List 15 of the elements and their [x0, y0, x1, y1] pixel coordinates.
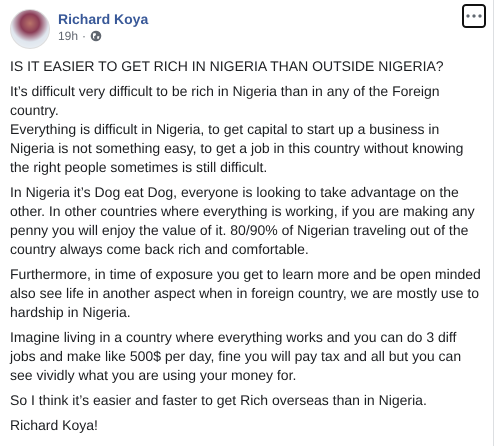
more-options-button[interactable] [462, 4, 486, 28]
post-text: Richard Koya! [10, 416, 99, 435]
post-text: Furthermore, in time of exposure you get to learn more and be open minded also see life in another aspect when in foreign country, we are mostly use to hardship in Nigeria. [10, 265, 482, 322]
post-text: It’s difficult very difficult to be rich in Nigeria than in any of the Foreign country. [10, 82, 441, 120]
globe-icon[interactable] [90, 30, 102, 42]
more-icon [466, 14, 482, 18]
separator: · [82, 28, 86, 44]
post-text: So I think it’s easier and faster to get Rich overseas than in Nigeria. [10, 391, 428, 410]
post-text: In Nigeria it’s Dog eat Dog, everyone is looking to take advantage on the other. In other countries where everything is working, if you are making any penny you will enjoy the value of it. 80/90% of Nigerian traveling out of the country always come back rich and comfortable. [10, 183, 476, 259]
post-text: Imagine living in a country where everything works and you can do 3 diff jobs and make like 500$ per day, fine you will pay tax and all but you can see vividly what you are using your money for. [10, 328, 462, 385]
avatar-photo[interactable] [10, 9, 50, 49]
post-time[interactable]: 19h [58, 28, 78, 44]
author-name[interactable]: Richard Koya [58, 10, 454, 28]
post-text: IS IT EASIER TO GET RICH IN NIGERIA THAN OUTSIDE NIGERIA? [10, 57, 445, 76]
post-text: Everything is difficult in Nigeria, to get capital to start up a business in Nigeria is not something easy, to get a job in this country without knowing the right people sometimes is still difficult. [10, 120, 464, 177]
